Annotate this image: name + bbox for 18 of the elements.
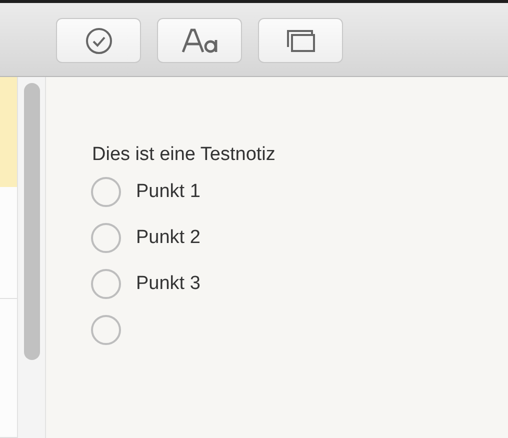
windows-icon	[286, 28, 316, 52]
note-title: Dies ist eine Testnotiz	[92, 143, 276, 167]
scrollbar-thumb[interactable]	[24, 83, 40, 360]
checklist-item-text: Punkt 1	[136, 180, 200, 204]
checklist-checkbox[interactable]	[91, 223, 121, 253]
gallery-button[interactable]	[258, 18, 343, 63]
checklist-item-text: Punkt 2	[136, 226, 200, 250]
format-icon	[180, 28, 218, 54]
checklist-icon	[84, 26, 112, 54]
checklist-checkbox[interactable]	[91, 269, 121, 299]
checklist-checkbox[interactable]	[91, 315, 121, 345]
checklist-checkbox[interactable]	[91, 177, 121, 207]
checklist-button[interactable]	[56, 18, 141, 63]
checklist-item-text: Punkt 3	[136, 272, 200, 296]
note-list-item[interactable]	[0, 77, 17, 187]
format-button[interactable]	[157, 18, 242, 63]
note-list-item[interactable]	[0, 187, 17, 299]
note-list-item[interactable]	[0, 299, 17, 438]
